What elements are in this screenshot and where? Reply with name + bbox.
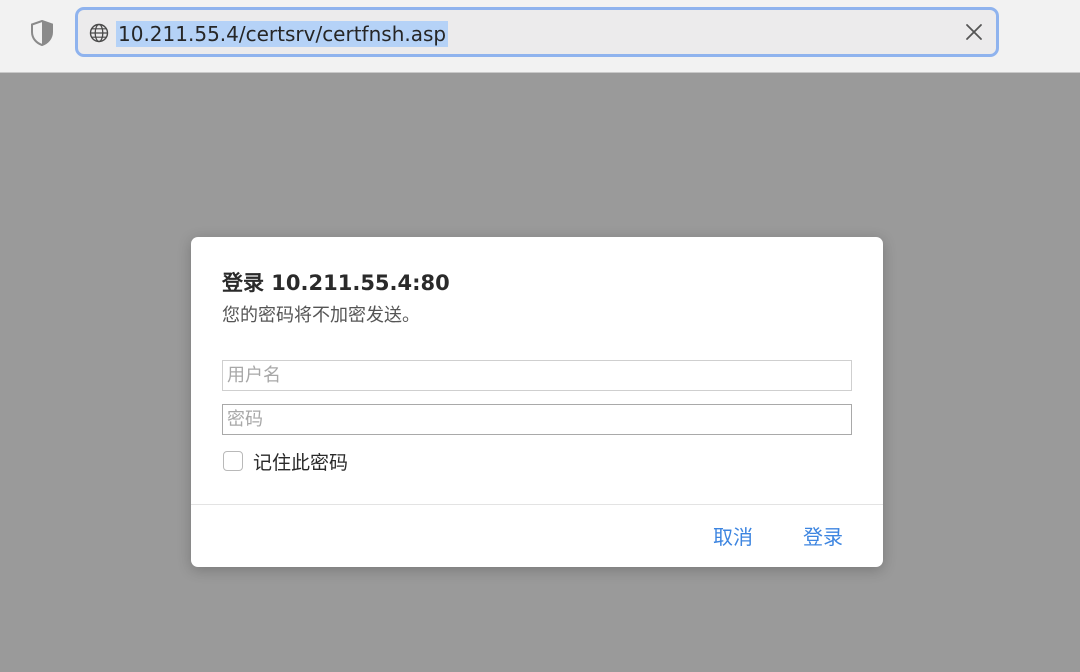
cancel-button[interactable]: 取消 — [713, 523, 753, 551]
close-icon[interactable] — [964, 22, 984, 42]
remember-password-option[interactable]: 记住此密码 — [223, 448, 348, 474]
remember-password-label: 记住此密码 — [253, 451, 349, 474]
login-dialog: 登录 10.211.55.4:80 您的密码将不加密发送。 记住此密码 取消 登… — [191, 237, 883, 567]
dialog-subtitle: 您的密码将不加密发送。 — [222, 305, 420, 326]
globe-icon — [89, 23, 109, 43]
password-input[interactable] — [222, 404, 852, 435]
dialog-divider — [191, 504, 883, 505]
username-input[interactable] — [222, 360, 852, 391]
remember-password-checkbox[interactable] — [223, 451, 243, 471]
browser-toolbar: 10.211.55.4/certsrv/certfnsh.asp — [0, 0, 1080, 73]
address-bar[interactable]: 10.211.55.4/certsrv/certfnsh.asp — [75, 7, 999, 57]
dialog-title: 登录 10.211.55.4:80 — [222, 271, 450, 295]
login-button[interactable]: 登录 — [803, 523, 843, 551]
shield-icon[interactable] — [30, 20, 54, 46]
url-text[interactable]: 10.211.55.4/certsrv/certfnsh.asp — [116, 21, 449, 47]
